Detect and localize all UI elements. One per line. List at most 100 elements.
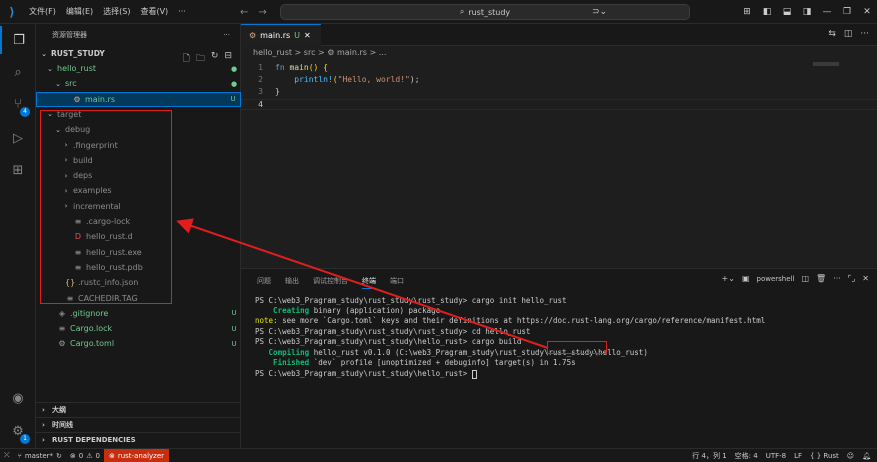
panel-more-icon[interactable]: ··· — [833, 274, 841, 283]
line-number: 1 — [258, 63, 263, 72]
command-center-search[interactable]: ⌕ rust_study — [280, 4, 690, 20]
encoding[interactable]: UTF-8 — [766, 452, 786, 460]
terminal-status: Compiling — [255, 348, 310, 357]
terminal-text: binary (application) package — [309, 306, 441, 315]
status-bar: ⤫ ⑂ master* ↻ ⊗ 0 ⚠ 0 ⊗ rust-analyzer 行 … — [0, 448, 877, 462]
maximize-panel-icon[interactable]: ⌜⌟ — [848, 274, 856, 283]
warning-icon: ⚠ — [86, 451, 93, 460]
terminal-shell-name[interactable]: powershell — [757, 275, 795, 283]
file-tree-item[interactable]: ⚙ main.rs U — [36, 91, 241, 107]
terminal-prompt: PS C:\web3_Pragram_study\rust_study\hell… — [255, 337, 472, 346]
section-timeline[interactable]: › 时间线 — [36, 417, 241, 432]
branch-indicator[interactable]: ⑂ master* ↻ — [14, 452, 66, 460]
minimap[interactable] — [813, 62, 839, 66]
forward-arrow-icon[interactable]: → — [258, 7, 266, 18]
run-debug-icon[interactable]: ▷ — [0, 124, 36, 152]
line-number: 4 — [258, 100, 263, 109]
close-window-icon[interactable]: ✕ — [857, 7, 877, 17]
chevron-down-icon: ⌄ — [55, 79, 61, 88]
extensions-icon[interactable]: ⊞ — [0, 156, 36, 184]
toggle-sidebar-icon[interactable]: ◧ — [757, 7, 777, 17]
panel-tab-output[interactable]: 输出 — [285, 276, 299, 289]
code-punct: () { — [308, 63, 328, 72]
menu-view[interactable]: 查看(V) — [135, 0, 173, 24]
account-icon[interactable]: ◉ — [0, 384, 36, 412]
explorer-more-icon[interactable]: ··· — [223, 31, 230, 39]
source-control-badge: 4 — [20, 107, 30, 117]
layout-customize-icon[interactable]: ⊞ — [737, 7, 757, 17]
notifications-bell-icon[interactable]: 🔔︎ — [862, 452, 871, 460]
nav-arrows: ← → — [240, 0, 267, 24]
file-tree-label: .gitignore — [70, 308, 109, 318]
new-terminal-icon[interactable]: +⌄ — [722, 274, 735, 283]
file-tree-item[interactable]: ◈ .gitignore U — [36, 306, 241, 321]
chevron-right-icon: › — [42, 436, 45, 444]
breadcrumb[interactable]: hello_rust > src > ⚙ main.rs > ... — [253, 48, 386, 57]
kill-terminal-icon[interactable]: 🗑 — [816, 274, 826, 283]
error-count: 0 — [78, 451, 84, 460]
code-string: "Hello, world!" — [337, 75, 410, 84]
chevron-right-icon: › — [42, 421, 45, 429]
search-view-icon[interactable]: ⌕ — [0, 58, 36, 86]
git-status-badge: ● — [230, 79, 238, 88]
git-status-badge: U — [231, 324, 237, 333]
cursor-position[interactable]: 行 4，列 1 — [692, 451, 726, 461]
panel-toolbar: +⌄ ▣ powershell ◫ 🗑 ··· ⌜⌟ ✕ — [722, 274, 869, 283]
source-control-icon[interactable]: ⑂ 4 — [0, 90, 36, 118]
file-tree-item[interactable]: ⌄ src ● — [36, 76, 241, 91]
git-status-badge: U — [231, 339, 237, 348]
language-mode[interactable]: { } Rust — [810, 452, 839, 460]
section-rust-dependencies[interactable]: › RUST DEPENDENCIES — [36, 432, 241, 447]
tab-close-icon[interactable]: ✕ — [304, 31, 311, 40]
remote-icon: ⤫ — [4, 451, 10, 459]
file-type-icon: ◈ — [58, 308, 66, 318]
rust-analyzer-status[interactable]: ⊗ rust-analyzer — [103, 448, 170, 462]
section-outline-label: 大纲 — [52, 406, 66, 414]
copilot-status-icon[interactable]: ☺ — [847, 452, 854, 460]
manage-gear-icon[interactable]: ⚙ 1 — [0, 417, 36, 445]
compare-icon[interactable]: ⇆ — [828, 29, 836, 39]
menu-edit[interactable]: 编辑(E) — [61, 0, 98, 24]
menu-selection[interactable]: 选择(S) — [98, 0, 135, 24]
code-line-4[interactable]: 4 — [241, 99, 877, 110]
search-icon: ⌕ — [459, 7, 465, 16]
panel-tab-terminal[interactable]: 终端 — [362, 276, 376, 289]
split-editor-icon[interactable]: ◫ — [844, 29, 853, 39]
panel-tab-problems[interactable]: 问题 — [257, 276, 271, 289]
menu-more[interactable]: ··· — [173, 0, 191, 24]
file-tree-item[interactable]: ⌄ hello_rust ● — [36, 61, 241, 76]
close-panel-icon[interactable]: ✕ — [862, 274, 869, 283]
minimize-icon[interactable]: — — [817, 7, 837, 17]
split-terminal-icon[interactable]: ◫ — [801, 274, 809, 283]
toggle-secondary-sidebar-icon[interactable]: ◨ — [797, 7, 817, 17]
menu-file[interactable]: 文件(F) — [24, 0, 61, 24]
git-status-badge: ● — [230, 64, 238, 73]
section-outline[interactable]: › 大纲 — [36, 402, 241, 417]
vscode-logo-icon: ⟩ — [9, 4, 15, 19]
indentation[interactable]: 空格: 4 — [735, 451, 758, 461]
tab-main-rs[interactable]: ⚙ main.rs U ✕ — [241, 24, 321, 46]
rust-analyzer-error-icon: ⊗ — [108, 451, 115, 460]
section-timeline-label: 时间线 — [52, 421, 73, 429]
chevron-right-icon: › — [42, 406, 45, 414]
back-arrow-icon[interactable]: ← — [240, 7, 248, 18]
toggle-panel-icon[interactable]: ⬓ — [777, 7, 797, 17]
file-tree-item[interactable]: ⚙ Cargo.toml U — [36, 336, 241, 351]
terminal-prompt: PS C:\web3_Pragram_study\rust_study\hell… — [255, 369, 472, 378]
restore-icon[interactable]: ❐ — [837, 7, 857, 17]
line-ending[interactable]: LF — [794, 452, 802, 460]
code-line-1[interactable]: 1 fn main() { — [241, 63, 877, 74]
explorer-title: 资源管理器 — [52, 31, 87, 39]
panel-tab-ports[interactable]: 端口 — [390, 276, 404, 289]
terminal-line[interactable]: PS C:\web3_Pragram_study\rust_study\hell… — [255, 369, 477, 379]
problems-indicator[interactable]: ⊗ 0 ⚠ 0 — [66, 452, 104, 460]
copilot-icon[interactable]: ⊃⌄ — [592, 4, 607, 20]
file-tree-item[interactable]: ≡ Cargo.lock U — [36, 321, 241, 336]
code-line-2[interactable]: 2 println!("Hello, world!"); — [241, 75, 877, 86]
terminal-line: PS C:\web3_Pragram_study\rust_study\rust… — [255, 327, 531, 336]
panel-tab-debug-console[interactable]: 调试控制台 — [313, 276, 348, 289]
remote-indicator[interactable]: ⤫ — [0, 451, 14, 460]
editor-more-icon[interactable]: ··· — [860, 29, 869, 39]
explorer-icon[interactable]: ❐ — [0, 26, 36, 54]
code-line-3[interactable]: 3 } — [241, 87, 877, 98]
